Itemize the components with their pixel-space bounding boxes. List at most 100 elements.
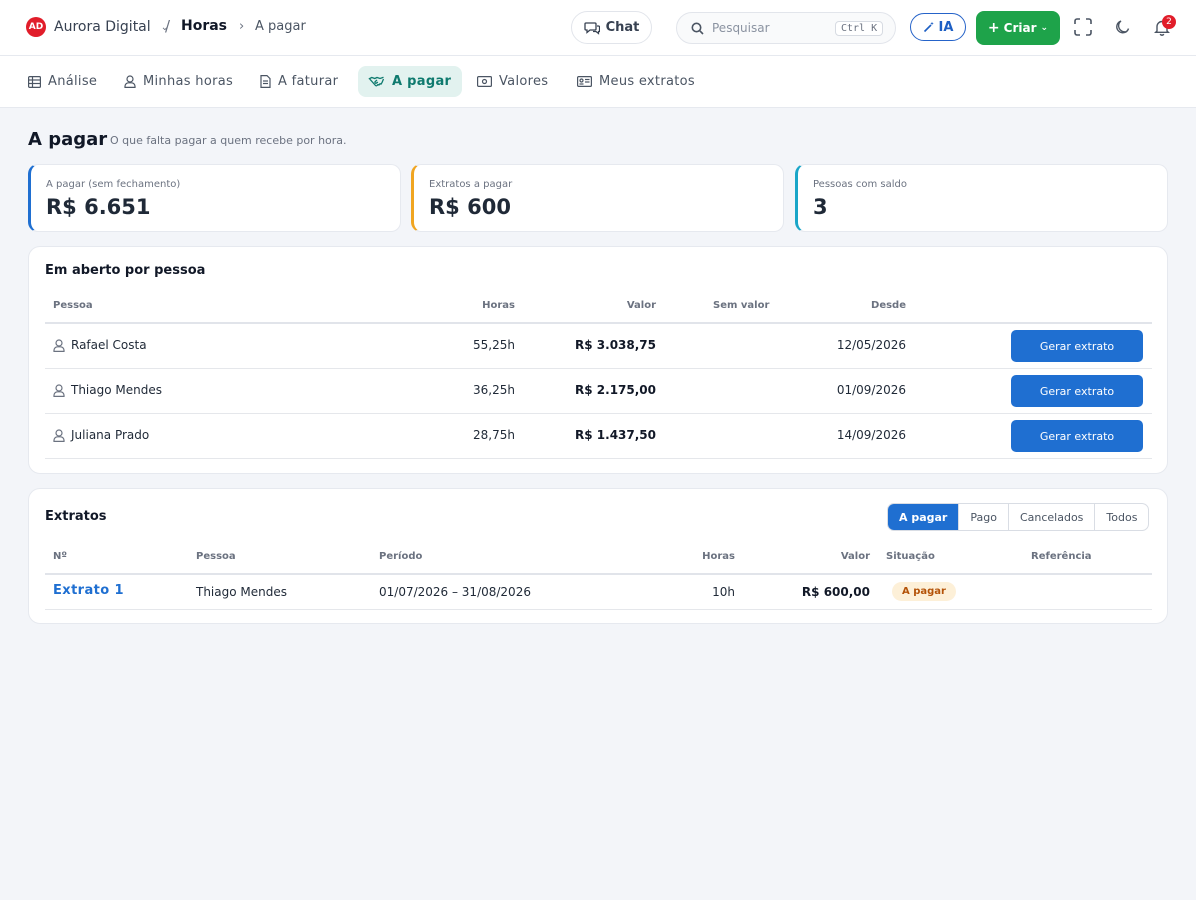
tab-minhas-horas[interactable]: Minhas horas [114,66,243,97]
generate-statement-button[interactable]: Gerar extrato [1011,420,1143,452]
column-header-reference: Referência [1031,551,1092,562]
column-header-person: Pessoa [53,300,93,311]
id-card-icon [577,76,592,87]
tab-label: A pagar [392,74,452,89]
chevron-down-icon: ⌄ [1040,23,1049,33]
tab-analise[interactable]: Análise [18,66,107,97]
statement-link[interactable]: Extrato 1 [53,583,124,598]
stat-value: R$ 600 [429,195,511,219]
column-header-hours: Horas [702,551,735,562]
stat-label: Extratos a pagar [429,179,513,190]
header-divider [45,573,1152,575]
stat-card-pessoas: Pessoas com saldo 3 [795,164,1168,232]
column-header-value: Valor [626,300,656,311]
stat-label: A pagar (sem fechamento) [46,179,181,190]
org-switcher[interactable]: AD Aurora Digital ⌄ [26,17,169,37]
panel-title: Extratos [45,509,107,524]
stat-card-extratos: Extratos a pagar R$ 600 [411,164,784,232]
row-divider [45,609,1152,610]
chat-label: Chat [605,20,640,35]
status-filter: A pagar Pago Cancelados Todos [887,503,1150,531]
column-header-number: Nº [53,551,68,562]
tab-meus-extratos[interactable]: Meus extratos [567,66,705,97]
theme-toggle-button[interactable] [1112,16,1134,38]
person-name: Rafael Costa [71,338,147,352]
column-header-person: Pessoa [196,551,236,562]
document-icon [260,75,271,88]
notification-badge: 2 [1162,15,1176,29]
cash-icon [477,76,492,87]
person-cell: Thiago Mendes [196,585,287,599]
user-icon [124,75,136,88]
panel-title: Em aberto por pessoa [45,263,206,278]
statement-link-cell: Extrato 1 [53,583,124,598]
column-header-status: Situação [886,551,935,562]
table-icon [28,75,41,88]
column-header-period: Período [379,551,423,562]
table-row-person: Rafael Costa [53,338,147,352]
since-cell: 12/05/2026 [836,338,906,352]
stat-value: R$ 6.651 [46,195,151,219]
stat-label: Pessoas com saldo [813,179,907,190]
brand-logo: AD [26,17,46,37]
column-header-value: Valor [840,551,870,562]
filter-pago[interactable]: Pago [958,504,1008,530]
hours-cell: 36,25h [473,383,515,397]
user-icon [53,338,65,352]
tab-label: A faturar [278,74,339,89]
search-input[interactable] [712,21,827,35]
section-nav: Análise Minhas horas A faturar A pagar V… [0,56,1196,108]
chat-icon [583,21,600,35]
value-cell: R$ 600,00 [801,585,870,599]
value-cell: R$ 3.038,75 [575,338,656,352]
user-icon [53,383,65,397]
tab-label: Meus extratos [599,74,695,89]
tab-a-pagar[interactable]: A pagar [358,66,462,97]
value-cell: R$ 2.175,00 [575,383,656,397]
ai-button[interactable]: IA [910,13,966,41]
period-cell: 01/07/2026 – 31/08/2026 [379,585,531,599]
hours-cell: 10h [712,585,735,599]
generate-statement-button[interactable]: Gerar extrato [1011,330,1143,362]
column-header-since: Desde [871,300,906,311]
tab-label: Minhas horas [143,74,234,89]
generate-statement-button[interactable]: Gerar extrato [1011,375,1143,407]
fullscreen-icon [1074,18,1092,36]
since-cell: 14/09/2026 [836,428,906,442]
search-shortcut: Ctrl K [835,20,884,36]
search-box[interactable]: Ctrl K [676,12,896,44]
stat-card-a-pagar: A pagar (sem fechamento) R$ 6.651 [28,164,401,232]
statements-panel: Extratos A pagar Pago Cancelados Todos N… [28,488,1168,624]
filter-cancelados[interactable]: Cancelados [1007,504,1094,530]
breadcrumb-separator: / [165,17,171,35]
top-bar: AD Aurora Digital ⌄ / Horas › A pagar Ch… [0,0,1196,56]
create-button[interactable]: + Criar ⌄ [976,11,1060,45]
tab-label: Análise [48,74,98,89]
since-cell: 01/09/2026 [836,383,906,397]
chat-button[interactable]: Chat [571,11,652,44]
tab-valores[interactable]: Valores [467,66,558,97]
hours-cell: 28,75h [473,428,515,442]
hours-cell: 55,25h [473,338,515,352]
filter-todos[interactable]: Todos [1094,504,1148,530]
status-badge: A pagar [892,582,956,601]
column-header-no-value: Sem valor [713,300,770,311]
row-divider [45,458,1152,459]
column-header-hours: Horas [482,300,515,311]
handshake-icon [368,76,385,86]
tab-a-faturar[interactable]: A faturar [250,66,348,97]
ai-label: IA [938,19,954,35]
person-name: Thiago Mendes [71,383,162,397]
user-icon [53,428,65,442]
breadcrumb-arrow-icon: › [239,19,245,34]
page-title: A pagar [28,129,108,150]
breadcrumb-section[interactable]: Horas [181,18,227,34]
row-divider [45,413,1152,414]
page-subtitle: O que falta pagar a quem recebe por hora… [110,134,347,147]
moon-icon [1116,20,1130,34]
create-label: Criar [1003,21,1037,35]
fullscreen-button[interactable] [1072,16,1094,38]
row-divider [45,368,1152,369]
filter-a-pagar[interactable]: A pagar [888,504,959,530]
breadcrumb-current: A pagar [255,19,306,34]
